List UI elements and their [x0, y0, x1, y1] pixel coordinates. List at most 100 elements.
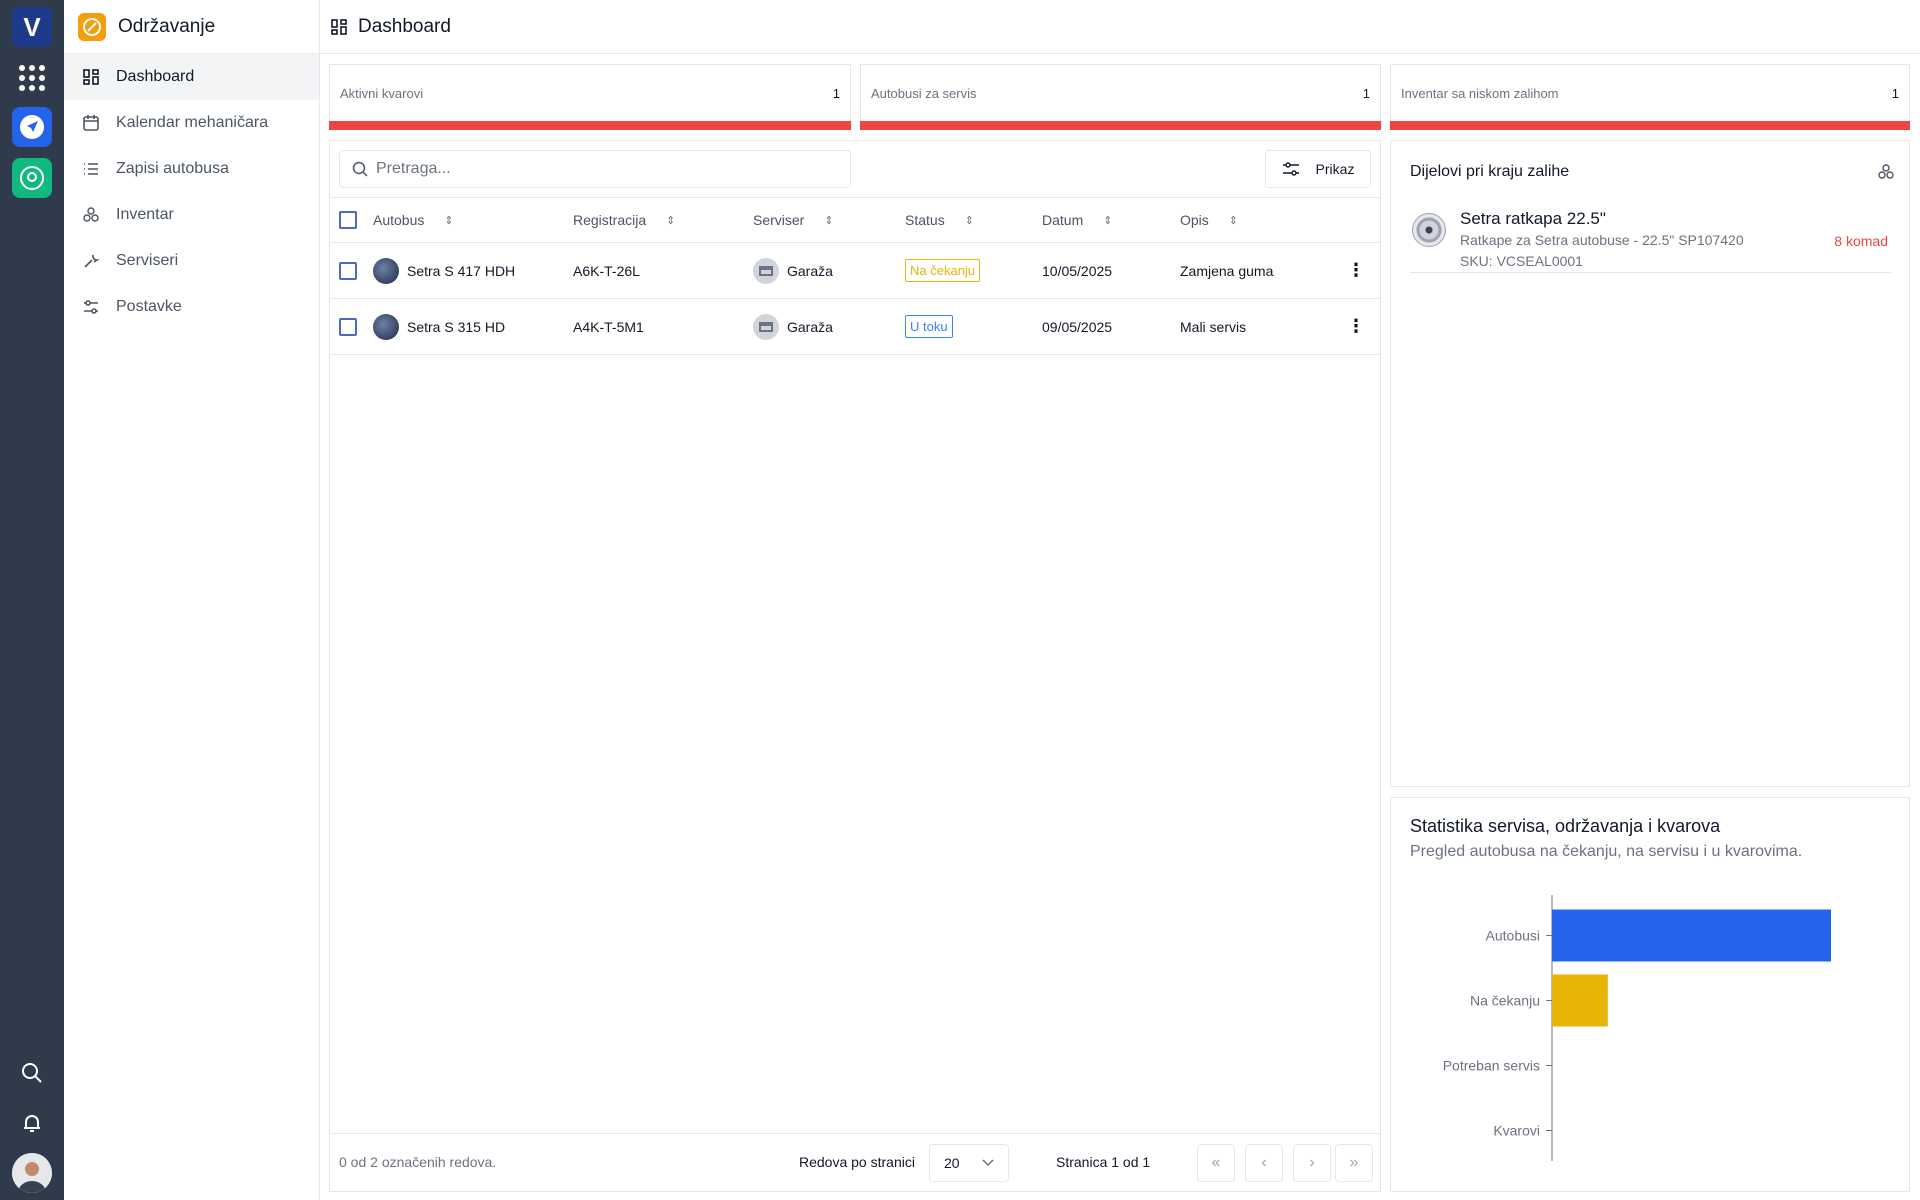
sidebar-item-label: Zapisi autobusa	[116, 160, 229, 177]
chevron-down-icon	[982, 1159, 994, 1167]
home-logo[interactable]: V	[12, 7, 52, 47]
bell-icon[interactable]	[12, 1103, 52, 1143]
table-row[interactable]: Setra S 315 HD A4K-T-5M1 Garaža U toku 0…	[330, 299, 1380, 355]
stat-card-active-faults[interactable]: Aktivni kvarovi 1	[329, 64, 851, 130]
column-label: Serviser	[753, 212, 805, 228]
select-all-checkbox[interactable]	[339, 211, 357, 229]
stat-value: 1	[1362, 85, 1370, 101]
description: Mali servis	[1180, 318, 1247, 335]
first-page-button[interactable]: «	[1197, 1144, 1235, 1182]
dashboard-icon	[331, 18, 347, 35]
bar[interactable]	[1552, 974, 1608, 1027]
sidebar-item-bus-records[interactable]: Zapisi autobusa	[64, 146, 319, 192]
column-header-description[interactable]: Opis ⇕	[1180, 198, 1238, 242]
column-header-registration[interactable]: Registracija ⇕	[573, 198, 675, 242]
garage-avatar	[753, 257, 779, 284]
stat-label: Aktivni kvarovi	[340, 85, 424, 101]
column-label: Registracija	[573, 212, 647, 228]
bus-name: Setra S 417 HDH	[407, 262, 516, 279]
stat-card-low-inventory[interactable]: Inventar sa niskom zalihom 1	[1390, 64, 1910, 130]
row-actions-icon[interactable]: ⋮	[1347, 316, 1365, 337]
sort-icon: ⇕	[1103, 214, 1113, 227]
low-stock-card: Dijelovi pri kraju zalihe Setra ratkapa …	[1390, 140, 1910, 787]
user-avatar[interactable]	[12, 1153, 52, 1193]
app-rail: V	[0, 0, 64, 1200]
card-subtitle: Pregled autobusa na čekanju, na servisu …	[1410, 843, 1803, 860]
calendar-icon	[83, 115, 99, 131]
prev-page-button[interactable]: ‹	[1245, 1144, 1283, 1182]
table-header: Autobus ⇕ Registracija ⇕ Serviser ⇕ Status ⇕…	[330, 197, 1380, 243]
hubcap-image	[1412, 213, 1446, 247]
wrench-icon	[84, 254, 100, 268]
row-checkbox[interactable]	[339, 261, 357, 280]
bus-name: Setra S 315 HD	[407, 318, 506, 335]
description: Zamjena guma	[1180, 262, 1274, 279]
sidebar-item-label: Postavke	[116, 298, 182, 315]
sidebar-item-settings[interactable]: Postavke	[64, 284, 319, 330]
selection-count: 0 od 2 označenih redova.	[339, 1154, 497, 1170]
part-description: Ratkape za Setra autobuse - 22.5" SP1074…	[1460, 232, 1744, 248]
next-page-button[interactable]: ›	[1293, 1144, 1331, 1182]
card-title: Statistika servisa, održavanja i kvarova	[1410, 816, 1721, 836]
navigation-app-icon[interactable]	[12, 107, 52, 147]
column-header-status[interactable]: Status ⇕	[905, 198, 974, 242]
view-button[interactable]: Prikaz	[1265, 150, 1371, 188]
search-icon[interactable]	[12, 1053, 52, 1093]
sort-icon: ⇕	[824, 214, 834, 227]
search-input[interactable]: Pretraga...	[339, 150, 851, 188]
registration: A4K-T-5M1	[573, 318, 644, 335]
row-checkbox[interactable]	[339, 317, 357, 336]
sidebar-item-inventory[interactable]: Inventar	[64, 192, 319, 238]
garage-avatar	[753, 313, 779, 340]
table-row[interactable]: Setra S 417 HDH A6K-T-26L Garaža Na čeka…	[330, 243, 1380, 299]
sidebar-item-servicers[interactable]: Serviseri	[64, 238, 319, 284]
part-sku: SKU: VCSEAL0001	[1460, 253, 1583, 269]
column-label: Status	[905, 212, 945, 228]
rows-per-page-value: 20	[944, 1155, 960, 1171]
stat-value: 1	[832, 85, 840, 101]
row-actions-icon[interactable]: ⋮	[1347, 260, 1365, 281]
sidebar-item-calendar[interactable]: Kalendar mehaničara	[64, 100, 319, 146]
chevron-left-icon: ‹	[1261, 1154, 1267, 1171]
stat-bar	[860, 121, 1381, 130]
double-chevron-right-icon: »	[1349, 1154, 1359, 1171]
stat-label: Autobusi za servis	[871, 85, 977, 101]
bus-avatar	[373, 313, 399, 340]
last-page-button[interactable]: »	[1335, 1144, 1373, 1182]
app-header: Održavanje	[64, 0, 319, 54]
search-icon	[352, 161, 368, 177]
status-badge: Na čekanju	[905, 259, 981, 282]
rows-per-page-select[interactable]: 20	[929, 1144, 1009, 1182]
date: 09/05/2025	[1042, 318, 1113, 335]
sliders-icon	[1282, 162, 1299, 176]
sidebar-item-dashboard[interactable]: Dashboard	[64, 54, 319, 100]
tick-label: Potreban servis	[1443, 1058, 1540, 1074]
page-indicator: Stranica 1 od 1	[1056, 1154, 1151, 1170]
tick-label: Na čekanju	[1470, 993, 1540, 1009]
date: 10/05/2025	[1042, 262, 1113, 279]
status-badge: U toku	[905, 315, 953, 338]
stat-bar	[1390, 121, 1910, 130]
sort-icon: ⇕	[1228, 214, 1239, 227]
column-header-bus[interactable]: Autobus ⇕	[373, 198, 454, 242]
bar-chart: Autobusi Na čekanju Potreban servis Kvarovi	[1443, 895, 1831, 1161]
tick-label: Autobusi	[1486, 928, 1540, 944]
sidebar-nav: Dashboard Kalendar mehaničara Zapisi aut…	[64, 54, 319, 330]
location-app-icon[interactable]	[12, 158, 52, 198]
sort-icon: ⇕	[444, 214, 454, 227]
column-header-date[interactable]: Datum ⇕	[1042, 198, 1112, 242]
servicer-name: Garaža	[787, 318, 833, 335]
stat-card-buses-for-service[interactable]: Autobusi za servis 1	[860, 64, 1381, 130]
low-stock-item[interactable]: Setra ratkapa 22.5" Ratkape za Setra aut…	[1410, 207, 1892, 273]
sliders-icon	[84, 300, 98, 314]
column-header-servicer[interactable]: Serviser ⇕	[753, 198, 834, 242]
servicer-name: Garaža	[787, 262, 833, 279]
page-header: Dashboard	[320, 0, 1920, 54]
sidebar-item-label: Kalendar mehaničara	[116, 114, 269, 131]
sort-icon: ⇕	[666, 214, 676, 227]
apps-grid-icon[interactable]	[12, 58, 52, 98]
list-icon	[84, 163, 98, 175]
stat-label: Inventar sa niskom zalihom	[1401, 85, 1559, 101]
bar[interactable]	[1552, 909, 1831, 962]
card-title: Dijelovi pri kraju zalihe	[1410, 163, 1570, 180]
